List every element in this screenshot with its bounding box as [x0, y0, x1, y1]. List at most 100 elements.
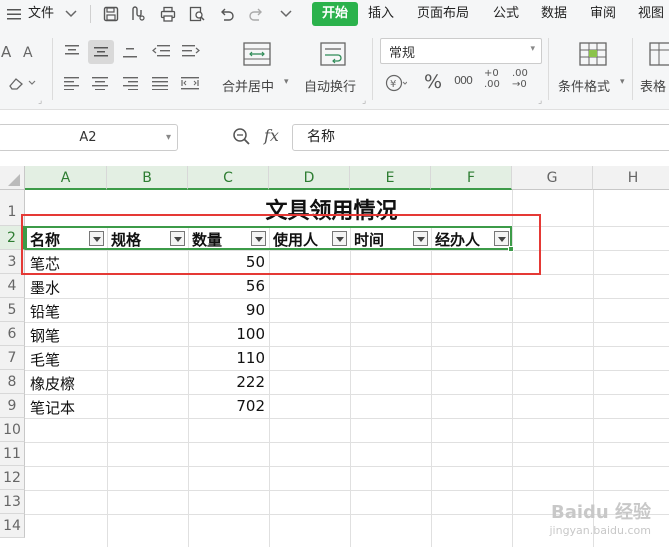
- tab-insert[interactable]: 插入: [364, 2, 398, 26]
- table-style-button[interactable]: 表格: [640, 76, 666, 95]
- align-top-icon[interactable]: [60, 40, 84, 62]
- chevron-down-icon: ▾: [165, 132, 171, 143]
- dialog-launcher-icon[interactable]: ⌟: [538, 96, 542, 106]
- row-header-4[interactable]: 4: [0, 274, 25, 298]
- zoom-search-icon[interactable]: [232, 127, 254, 149]
- increase-decimal-button[interactable]: +0 .00: [484, 68, 504, 90]
- wrap-text-button[interactable]: 自动换行: [304, 76, 356, 95]
- tab-review[interactable]: 审阅: [586, 2, 620, 26]
- menu-bar: 文件 开始 插入 页面布局 公式 数据 审阅 视图: [0, 0, 669, 28]
- table-cell-name[interactable]: 墨水: [30, 277, 60, 298]
- column-header-d[interactable]: D: [269, 166, 350, 190]
- table-cell-quantity[interactable]: 110: [190, 349, 265, 367]
- annotation-highlight-box: [21, 214, 541, 275]
- column-header-e[interactable]: E: [350, 166, 431, 190]
- number-format-select[interactable]: 常规 ▾: [380, 38, 542, 64]
- table-cell-name[interactable]: 毛笔: [30, 349, 60, 370]
- table-cell-quantity[interactable]: 702: [190, 397, 265, 415]
- table-cell-name[interactable]: 铅笔: [30, 301, 60, 322]
- row-header-10[interactable]: 10: [0, 418, 25, 442]
- svg-text:¥: ¥: [390, 79, 396, 90]
- column-header-f[interactable]: F: [431, 166, 512, 190]
- row-header-14[interactable]: 14: [0, 514, 25, 538]
- gridline: [25, 442, 669, 443]
- column-header-h[interactable]: H: [593, 166, 669, 190]
- thousands-separator-button[interactable]: 000: [454, 74, 473, 87]
- increase-indent-icon[interactable]: [178, 40, 204, 62]
- merge-center-button[interactable]: 合并居中: [222, 76, 274, 95]
- quick-access-more-icon[interactable]: [277, 0, 295, 28]
- row-header-12[interactable]: 12: [0, 466, 25, 490]
- decrease-indent-icon[interactable]: [148, 40, 174, 62]
- tab-view[interactable]: 视图: [634, 2, 668, 26]
- row-header-6[interactable]: 6: [0, 322, 25, 346]
- gridline: [25, 418, 669, 419]
- table-cell-name[interactable]: 橡皮檫: [30, 373, 75, 394]
- clear-format-icon[interactable]: [4, 72, 40, 94]
- row-header-8[interactable]: 8: [0, 370, 25, 394]
- divider: [90, 5, 91, 23]
- wrap-text-icon[interactable]: [318, 40, 348, 68]
- divider: [372, 38, 373, 100]
- undo-icon[interactable]: [216, 0, 238, 28]
- column-header-c[interactable]: C: [188, 166, 269, 190]
- conditional-format-button[interactable]: 条件格式: [558, 76, 610, 95]
- column-header-g[interactable]: G: [512, 166, 593, 190]
- merge-center-icon[interactable]: [240, 40, 274, 68]
- percent-format-button[interactable]: %: [424, 71, 442, 93]
- export-pdf-icon[interactable]: [127, 0, 149, 28]
- gridline: [25, 298, 669, 299]
- currency-format-icon[interactable]: ¥: [383, 71, 409, 95]
- row-header-9[interactable]: 9: [0, 394, 25, 418]
- gridline: [593, 190, 594, 547]
- watermark-url: jingyan.baidu.com: [549, 524, 651, 537]
- table-cell-quantity[interactable]: 90: [190, 301, 265, 319]
- row-header-13[interactable]: 13: [0, 490, 25, 514]
- table-cell-quantity[interactable]: 222: [190, 373, 265, 391]
- decrease-decimal-button[interactable]: .00 →0: [512, 68, 536, 90]
- table-cell-name[interactable]: 笔记本: [30, 397, 75, 418]
- table-cell-quantity[interactable]: 56: [190, 277, 265, 295]
- tab-page-layout[interactable]: 页面布局: [413, 2, 473, 26]
- file-menu[interactable]: 文件: [24, 2, 58, 26]
- tab-home[interactable]: 开始: [312, 2, 358, 26]
- font-size-increase-icon[interactable]: A: [0, 40, 16, 62]
- align-bottom-icon[interactable]: [118, 40, 142, 62]
- align-left-icon[interactable]: [60, 72, 84, 94]
- svg-text:A: A: [23, 45, 33, 59]
- justify-icon[interactable]: [148, 72, 172, 94]
- font-size-decrease-icon[interactable]: A: [20, 40, 40, 62]
- table-style-icon[interactable]: [648, 40, 669, 68]
- tab-formulas[interactable]: 公式: [489, 2, 523, 26]
- conditional-format-icon[interactable]: [576, 40, 610, 68]
- gridline: [25, 394, 669, 395]
- align-middle-icon[interactable]: [88, 40, 114, 64]
- column-header-a[interactable]: A: [25, 166, 107, 190]
- name-box[interactable]: A2 ▾: [0, 124, 178, 151]
- save-icon[interactable]: [100, 0, 122, 28]
- conditional-dropdown-icon[interactable]: ▾: [620, 77, 625, 87]
- insert-function-button[interactable]: fx: [264, 126, 279, 145]
- hamburger-menu-icon[interactable]: [4, 0, 24, 28]
- chevron-down-icon[interactable]: [62, 0, 80, 28]
- align-center-icon[interactable]: [88, 72, 112, 94]
- formula-input[interactable]: 名称: [292, 124, 669, 151]
- row-header-7[interactable]: 7: [0, 346, 25, 370]
- redo-icon[interactable]: [245, 0, 267, 28]
- tab-data[interactable]: 数据: [537, 2, 571, 26]
- align-right-icon[interactable]: [118, 72, 142, 94]
- row-header-5[interactable]: 5: [0, 298, 25, 322]
- table-cell-quantity[interactable]: 100: [190, 325, 265, 343]
- print-icon[interactable]: [157, 0, 179, 28]
- print-preview-icon[interactable]: [186, 0, 208, 28]
- divider: [52, 38, 53, 100]
- column-header-b[interactable]: B: [107, 166, 188, 190]
- merge-dropdown-icon[interactable]: ▾: [284, 77, 289, 87]
- distributed-align-icon[interactable]: [178, 72, 202, 94]
- gridline: [25, 322, 669, 323]
- row-header-11[interactable]: 11: [0, 442, 25, 466]
- select-all-corner[interactable]: [0, 166, 25, 190]
- table-cell-name[interactable]: 钢笔: [30, 325, 60, 346]
- dialog-launcher-icon[interactable]: ⌟: [362, 96, 366, 106]
- dialog-launcher-icon[interactable]: ⌟: [38, 96, 42, 106]
